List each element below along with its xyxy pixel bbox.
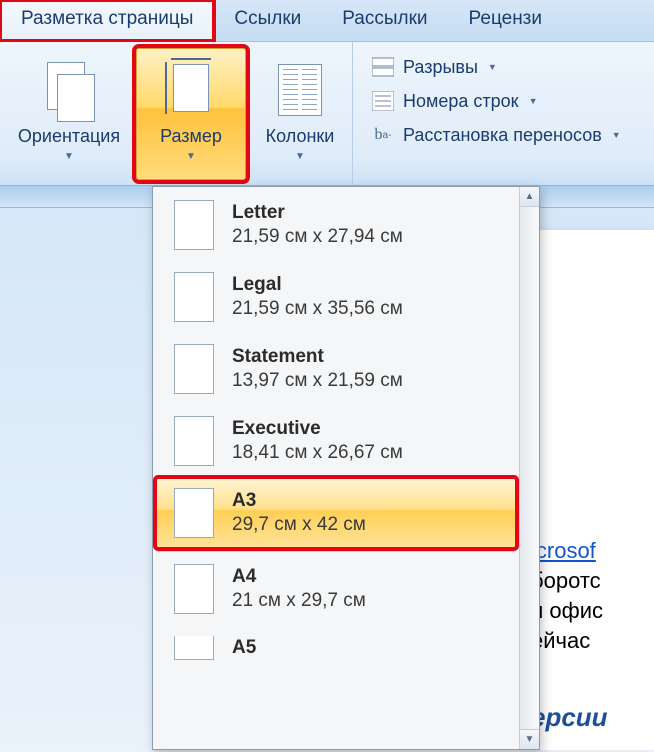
document-area: icrosof боротс и офис ейчас ерсии д 200: [524, 230, 654, 750]
line-numbers-icon: [371, 90, 395, 112]
chevron-down-icon: ▼: [64, 151, 74, 162]
breaks-label: Разрывы: [403, 57, 478, 78]
chevron-down-icon: ▼: [612, 130, 621, 140]
orientation-label: Ориентация: [18, 127, 120, 147]
breaks-icon: [371, 56, 395, 78]
group-columns: Колонки ▼: [248, 42, 352, 185]
page-icon: [174, 200, 214, 250]
chevron-down-icon: ▼: [295, 151, 305, 162]
tab-mailings[interactable]: Рассылки: [322, 0, 448, 41]
chevron-down-icon: ▼: [186, 151, 196, 162]
gallery-scrollbar[interactable]: ▲ ▼: [519, 187, 539, 749]
size-name: A3: [232, 490, 504, 512]
page-icon: [174, 564, 214, 614]
tab-links[interactable]: Ссылки: [214, 0, 322, 41]
ribbon-tabs: Разметка страницы Ссылки Рассылки Реценз…: [0, 0, 654, 42]
size-name: Statement: [232, 346, 504, 368]
size-dim: 21,59 см x 35,56 см: [232, 298, 504, 320]
size-dim: 29,7 см x 42 см: [232, 514, 504, 536]
orientation-icon: [47, 62, 91, 118]
page-icon: [174, 416, 214, 466]
size-option-a3[interactable]: A3 29,7 см x 42 см: [155, 477, 517, 549]
chevron-down-icon: ▼: [488, 62, 497, 72]
size-dim: 21,59 см x 27,94 см: [232, 226, 504, 248]
page-icon: [174, 636, 214, 660]
document-text: icrosof боротс и офис ейчас ерсии д 200: [531, 538, 654, 750]
doc-line: ейчас: [531, 628, 654, 654]
page-icon: [174, 344, 214, 394]
hyphenation-button[interactable]: ba- Расстановка переносов ▼: [365, 120, 627, 150]
tab-review[interactable]: Рецензи: [449, 0, 563, 41]
size-option-a4[interactable]: A4 21 см x 29,7 см: [155, 551, 517, 625]
page-icon: [174, 272, 214, 322]
size-name: Executive: [232, 418, 504, 440]
doc-heading: ерсии: [531, 702, 654, 733]
doc-line: icrosof: [531, 538, 596, 563]
doc-line: и офис: [531, 598, 654, 624]
size-name: Letter: [232, 202, 504, 224]
group-size: Размер ▼: [134, 42, 248, 185]
size-name: A4: [232, 566, 504, 588]
size-name: A5: [232, 637, 504, 659]
group-page-setup: Ориентация ▼: [0, 42, 134, 185]
size-option-statement[interactable]: Statement 13,97 см x 21,59 см: [155, 333, 517, 405]
size-gallery-dropdown: ▲ ▼ Letter 21,59 см x 27,94 см Legal 21,…: [152, 186, 540, 750]
size-dim: 18,41 см x 26,67 см: [232, 442, 504, 464]
scroll-down-icon[interactable]: ▼: [520, 729, 539, 749]
columns-label: Колонки: [266, 127, 335, 147]
size-name: Legal: [232, 274, 504, 296]
size-option-executive[interactable]: Executive 18,41 см x 26,67 см: [155, 405, 517, 477]
size-label: Размер: [160, 127, 222, 147]
ribbon-body: Ориентация ▼ Размер ▼ Колонки ▼: [0, 42, 654, 186]
line-numbers-button[interactable]: Номера строк ▼: [365, 86, 627, 116]
line-numbers-label: Номера строк: [403, 91, 519, 112]
breaks-button[interactable]: Разрывы ▼: [365, 52, 627, 82]
size-option-letter[interactable]: Letter 21,59 см x 27,94 см: [155, 189, 517, 261]
orientation-button[interactable]: Ориентация ▼: [6, 48, 132, 180]
chevron-down-icon: ▼: [529, 96, 538, 106]
doc-line: боротс: [531, 568, 654, 594]
columns-button[interactable]: Колонки ▼: [250, 48, 350, 180]
size-option-a5[interactable]: A5: [155, 625, 517, 660]
size-option-legal[interactable]: Legal 21,59 см x 35,56 см: [155, 261, 517, 333]
size-dim: 13,97 см x 21,59 см: [232, 370, 504, 392]
columns-icon: [278, 64, 322, 116]
group-breaks-etc: Разрывы ▼ Номера строк ▼ ba- Расстановка…: [352, 42, 633, 185]
hyphenation-label: Расстановка переносов: [403, 125, 602, 146]
scroll-up-icon[interactable]: ▲: [520, 187, 539, 207]
hyphenation-icon: ba-: [371, 124, 395, 146]
page-size-icon: [167, 60, 215, 120]
size-button[interactable]: Размер ▼: [136, 48, 246, 180]
tab-page-layout[interactable]: Разметка страницы: [0, 0, 214, 41]
page-icon: [174, 488, 214, 538]
size-dim: 21 см x 29,7 см: [232, 590, 504, 612]
